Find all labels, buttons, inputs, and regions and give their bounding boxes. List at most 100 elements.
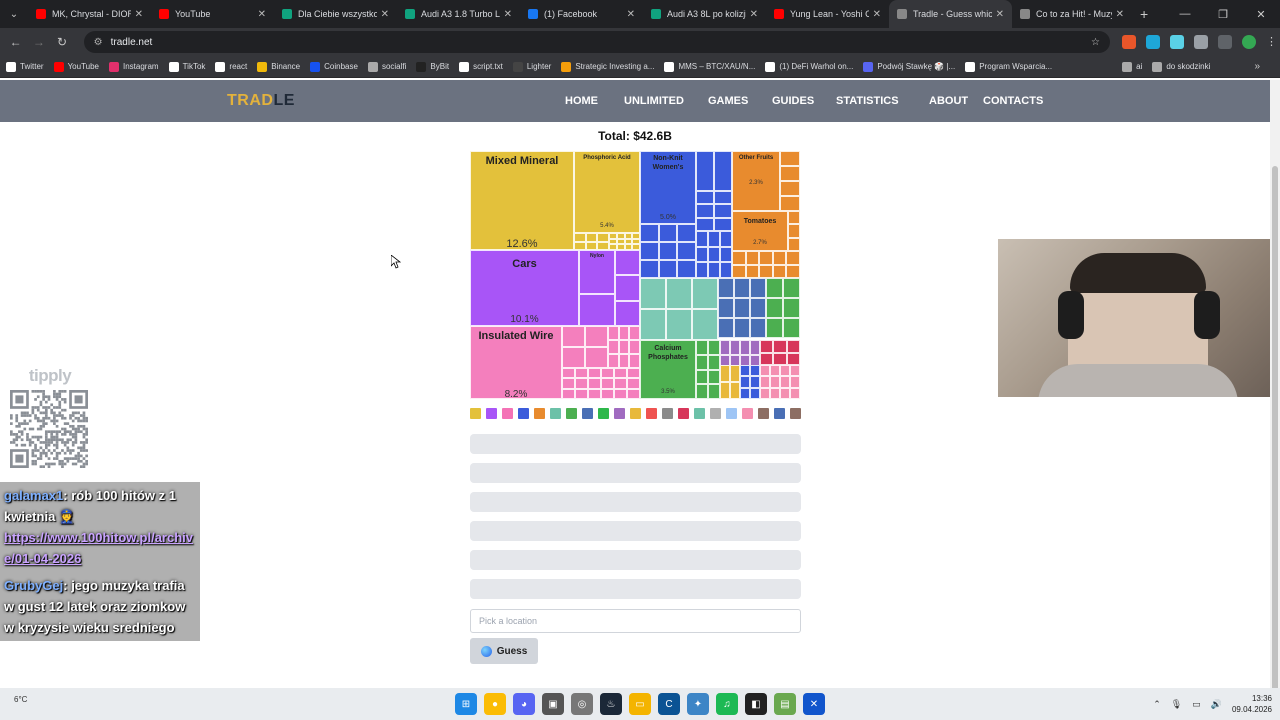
treemap-cell[interactable] [658,260,678,278]
bookmark-item[interactable]: do skodzinki [1152,61,1210,72]
treemap-cell[interactable] [718,318,734,338]
app-icon[interactable]: ✕ [803,693,825,715]
treemap-cell[interactable] [788,211,800,225]
app-icon[interactable]: C [658,693,680,715]
legend-swatch[interactable] [662,408,673,419]
chrome-icon[interactable]: ● [484,693,506,715]
treemap-cell[interactable] [618,354,630,368]
treemap-cell[interactable] [615,250,640,276]
extension-icon[interactable] [1145,35,1160,49]
treemap-cell[interactable] [640,224,659,242]
bookmark-item[interactable]: script.txt [459,61,503,72]
close-tab-icon[interactable]: ✕ [750,9,758,20]
treemap-cell[interactable] [708,246,720,263]
treemap-cell[interactable] [618,340,630,354]
treemap-cell[interactable] [783,298,800,318]
more-bookmarks-icon[interactable]: » [1254,61,1260,72]
treemap-cell[interactable] [658,224,678,242]
treemap-cell-cars[interactable]: Cars 10.1% [470,250,579,326]
treemap-cell[interactable] [677,242,696,260]
treemap-cell[interactable] [677,224,696,242]
treemap-cell[interactable] [750,278,766,298]
nav-contacts[interactable]: CONTACTS [983,95,1043,107]
treemap-cell[interactable] [708,231,720,247]
nav-statistics[interactable]: STATISTICS [836,95,899,107]
minimize-icon[interactable]: — [1166,8,1204,20]
treemap-cell[interactable] [696,340,708,355]
treemap-cell[interactable] [574,241,586,250]
treemap-cell-calcium[interactable]: Calcium Phosphates 3.5% [640,340,696,399]
profile-avatar[interactable] [1241,35,1256,49]
browser-tab[interactable]: Audi A3 8L po kolizji ✕ [643,0,766,28]
treemap-cell[interactable] [780,181,800,196]
treemap-cell[interactable] [666,309,692,340]
treemap-cell[interactable] [614,378,627,389]
treemap-cell[interactable] [696,246,708,263]
volume-icon[interactable]: 🔊 [1211,699,1222,710]
bookmark-item[interactable]: ByBit [416,61,449,72]
treemap-cell-mixed-mineral[interactable]: Mixed Mineral 12.6% [470,151,574,250]
app-icon[interactable]: ▣ [542,693,564,715]
treemap-cell[interactable] [615,300,640,326]
treemap-cell[interactable] [708,262,720,278]
treemap-cell[interactable] [780,196,800,211]
spotify-icon[interactable]: ♫ [716,693,738,715]
treemap-cell[interactable] [772,251,787,265]
treemap-cell[interactable] [734,278,750,298]
treemap-cell[interactable] [780,151,800,166]
treemap-cell[interactable] [783,278,800,298]
treemap-cell[interactable] [790,376,800,388]
tab-search-button[interactable]: ⌄ [0,0,28,28]
nav-about[interactable]: ABOUT [929,95,968,107]
treemap-cell[interactable] [562,368,575,379]
translate-icon[interactable] [1169,35,1184,49]
tray-chevron-icon[interactable]: ⌃ [1153,699,1161,710]
treemap-cell[interactable] [745,251,760,265]
treemap-cell[interactable] [740,387,750,399]
restore-icon[interactable]: ❐ [1204,8,1242,21]
treemap-cell[interactable] [585,347,608,368]
bookmark-item[interactable]: (1) DeFi Warhol on... [765,61,853,72]
treemap-cell[interactable] [614,388,627,399]
legend-swatch[interactable] [646,408,657,419]
treemap-cell[interactable] [786,264,800,278]
treemap-cell[interactable] [708,340,720,355]
treemap-cell[interactable] [640,309,666,340]
close-tab-icon[interactable]: ✕ [381,9,389,20]
treemap-cell[interactable] [750,365,760,377]
treemap-cell[interactable] [759,251,773,265]
treemap-cell[interactable] [750,340,760,355]
treemap-cell[interactable] [562,347,585,368]
legend-swatch[interactable] [550,408,561,419]
treemap-cell[interactable] [562,388,575,399]
nav-unlimited[interactable]: UNLIMITED [624,95,684,107]
steam-icon[interactable]: ♨ [600,693,622,715]
treemap-cell[interactable] [629,340,640,354]
treemap-cell[interactable] [770,365,780,377]
legend-swatch[interactable] [630,408,641,419]
legend-swatch[interactable] [742,408,753,419]
network-icon[interactable]: ▭ [1192,699,1201,710]
treemap-cell[interactable] [574,233,586,242]
bookmark-item[interactable]: Binance [257,61,300,72]
treemap-cell[interactable] [790,365,800,377]
treemap-cell[interactable] [708,369,720,385]
treemap-cell[interactable] [666,278,692,309]
new-tab-button[interactable]: + [1140,6,1148,22]
treemap-cell-insulated-wire[interactable]: Insulated Wire 8.2% [470,326,562,399]
treemap-cell[interactable] [760,365,770,377]
treemap-cell[interactable] [766,298,783,318]
treemap-cell[interactable] [780,376,790,388]
forward-icon[interactable]: → [27,35,50,49]
treemap-cell[interactable] [783,318,800,338]
treemap-cell[interactable] [585,241,598,250]
treemap-cell[interactable] [588,368,601,379]
treemap-cell[interactable] [627,378,640,389]
treemap-cell-tomatoes[interactable]: Tomatoes 2.7% [732,211,788,251]
treemap-cell[interactable] [696,217,714,231]
legend-swatch[interactable] [790,408,801,419]
treemap-cell[interactable] [585,233,598,242]
treemap-cell[interactable] [750,376,760,388]
treemap-cell[interactable] [720,262,732,278]
legend-swatch[interactable] [470,408,481,419]
